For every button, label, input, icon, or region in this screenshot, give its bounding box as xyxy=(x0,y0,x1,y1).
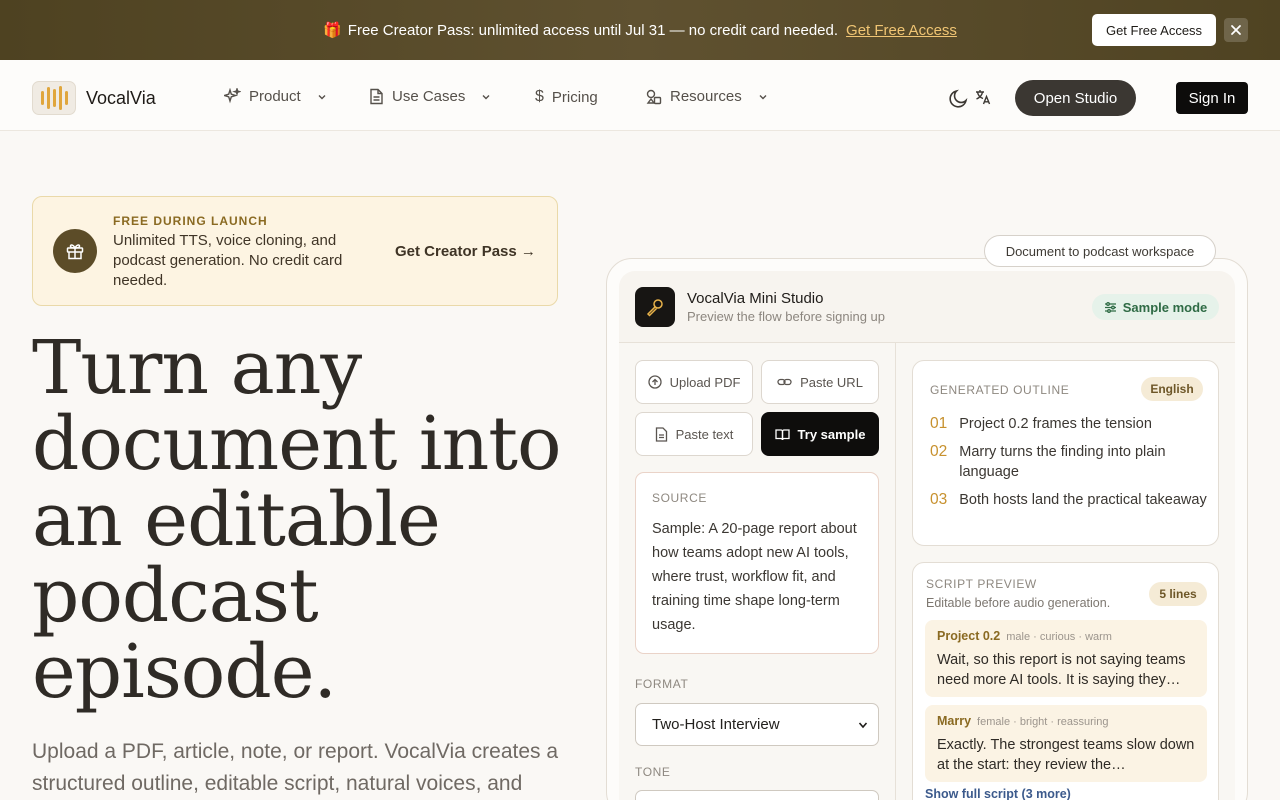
nav-item-product[interactable]: Product xyxy=(224,88,327,105)
show-full-script-link[interactable]: Show full script (3 more) xyxy=(925,787,1071,800)
source-text: Sample: A 20-page report about how teams… xyxy=(652,521,857,633)
chevron-down-icon xyxy=(482,94,490,99)
upload-pdf-button[interactable]: Upload PDF xyxy=(635,360,753,404)
speaker-meta: male · curious · warm xyxy=(1006,631,1112,643)
outline-text: Project 0.2 frames the tension xyxy=(959,416,1152,432)
outline-number: 03 xyxy=(930,491,948,508)
nav-item-resources[interactable]: Resources xyxy=(646,88,768,105)
speaker-meta: female · bright · reassuring xyxy=(977,716,1109,728)
line-count-badge: 5 lines xyxy=(1149,582,1207,606)
top-navigation: VocalVia Product Use Cases $ Pricing Res… xyxy=(0,60,1280,131)
paste-text-label: Paste text xyxy=(675,426,734,442)
document-icon xyxy=(370,88,383,105)
gift-icon xyxy=(53,229,97,273)
sample-mode-label: Sample mode xyxy=(1122,299,1208,315)
paste-url-label: Paste URL xyxy=(800,374,863,390)
workspace-tag: Document to podcast workspace xyxy=(984,235,1216,267)
promo-description: Unlimited TTS, voice cloning, and podcas… xyxy=(113,232,343,289)
script-line[interactable]: Marry female · bright · reassuring Exactl… xyxy=(925,705,1207,782)
banner-link[interactable]: Get Free Access xyxy=(846,22,957,39)
speaker-name: Marry xyxy=(937,714,972,728)
open-studio-button[interactable]: Open Studio xyxy=(1015,80,1136,116)
script-preview-panel: SCRIPT PREVIEW Editable before audio gen… xyxy=(912,562,1219,800)
source-textarea[interactable]: SOURCE Sample: A 20-page report about ho… xyxy=(635,472,879,654)
hero-headline: Turn any document into an editable podca… xyxy=(32,325,562,715)
logo[interactable] xyxy=(32,81,76,115)
document-icon xyxy=(655,426,667,442)
promo-eyebrow: FREE DURING LAUNCH xyxy=(113,214,268,228)
script-text: Wait, so this report is not saying teams… xyxy=(937,652,1186,688)
get-free-access-button[interactable]: Get Free Access xyxy=(1092,14,1216,46)
moon-icon[interactable] xyxy=(948,87,970,109)
microphone-icon xyxy=(635,287,675,327)
outline-number: 02 xyxy=(930,443,948,460)
outline-item: 02 Marry turns the finding into plain la… xyxy=(930,442,1210,482)
paste-url-button[interactable]: Paste URL xyxy=(761,360,879,404)
speaker-name: Project 0.2 xyxy=(937,629,1001,643)
dollar-icon: $ xyxy=(535,88,544,105)
outline-number: 01 xyxy=(930,415,948,432)
close-icon xyxy=(1231,25,1241,35)
translate-icon[interactable] xyxy=(975,89,991,109)
close-banner-button[interactable] xyxy=(1224,18,1248,42)
studio-title: VocalVia Mini Studio xyxy=(687,290,824,307)
script-text: Exactly. The strongest teams slow down a… xyxy=(937,737,1195,773)
script-line[interactable]: Project 0.2 male · curious · warm Wait, s… xyxy=(925,620,1207,697)
gift-icon: 🎁 xyxy=(323,22,342,39)
book-icon xyxy=(774,428,790,440)
studio-subtitle: Preview the flow before signing up xyxy=(687,309,886,324)
upload-pdf-label: Upload PDF xyxy=(669,374,741,390)
nav-item-label: Resources xyxy=(670,88,742,105)
nav-item-label: Use Cases xyxy=(392,88,466,105)
try-sample-button[interactable]: Try sample xyxy=(761,412,879,456)
banner-message: 🎁 Free Creator Pass: unlimited access un… xyxy=(323,21,957,40)
tone-label: TONE xyxy=(635,765,671,779)
script-label: SCRIPT PREVIEW xyxy=(926,577,1037,591)
banner-text: Free Creator Pass: unlimited access unti… xyxy=(347,21,839,39)
script-hint: Editable before audio generation. xyxy=(926,596,1111,610)
upload-icon xyxy=(647,375,662,389)
hero-subheadline: Upload a PDF, article, note, or report. … xyxy=(32,740,559,795)
format-label: FORMAT xyxy=(635,677,689,691)
paste-text-button[interactable]: Paste text xyxy=(635,412,753,456)
nav-item-pricing[interactable]: $ Pricing xyxy=(535,88,598,106)
sparkles-icon xyxy=(224,88,241,104)
outline-item: 01 Project 0.2 frames the tension xyxy=(930,414,1210,434)
get-creator-pass-link[interactable]: Get Creator Pass → xyxy=(395,243,536,260)
outline-text: Both hosts land the practical takeaway xyxy=(959,492,1207,508)
format-value: Two-Host Interview xyxy=(652,716,780,733)
generated-outline-panel: GENERATED OUTLINE English 01 Project 0.2… xyxy=(912,360,1219,546)
outline-item: 03 Both hosts land the practical takeawa… xyxy=(930,490,1210,510)
chevron-down-icon xyxy=(318,94,326,99)
sample-mode-badge: Sample mode xyxy=(1092,294,1219,320)
chevron-down-icon xyxy=(858,721,868,728)
brand-name[interactable]: VocalVia xyxy=(86,88,156,109)
format-select[interactable]: Two-Host Interview xyxy=(635,703,879,746)
outline-label: GENERATED OUTLINE xyxy=(930,383,1070,397)
shapes-icon xyxy=(646,89,662,104)
divider xyxy=(895,343,896,800)
nav-item-label: Pricing xyxy=(551,88,598,106)
language-badge: English xyxy=(1141,377,1203,401)
nav-item-use-cases[interactable]: Use Cases xyxy=(369,88,491,105)
try-sample-label: Try sample xyxy=(797,426,866,442)
chevron-down-icon xyxy=(759,94,767,99)
nav-item-label: Product xyxy=(249,88,301,105)
sliders-icon xyxy=(1104,301,1116,313)
link-icon xyxy=(777,378,792,386)
outline-text: Marry turns the finding into plain langu… xyxy=(959,444,1166,480)
sign-in-button[interactable]: Sign In xyxy=(1176,82,1248,114)
tone-select[interactable] xyxy=(635,790,879,800)
promo-banner: 🎁 Free Creator Pass: unlimited access un… xyxy=(0,0,1280,60)
source-label: SOURCE xyxy=(652,491,707,505)
launch-promo-card: FREE DURING LAUNCH Unlimited TTS, voice … xyxy=(32,196,558,306)
